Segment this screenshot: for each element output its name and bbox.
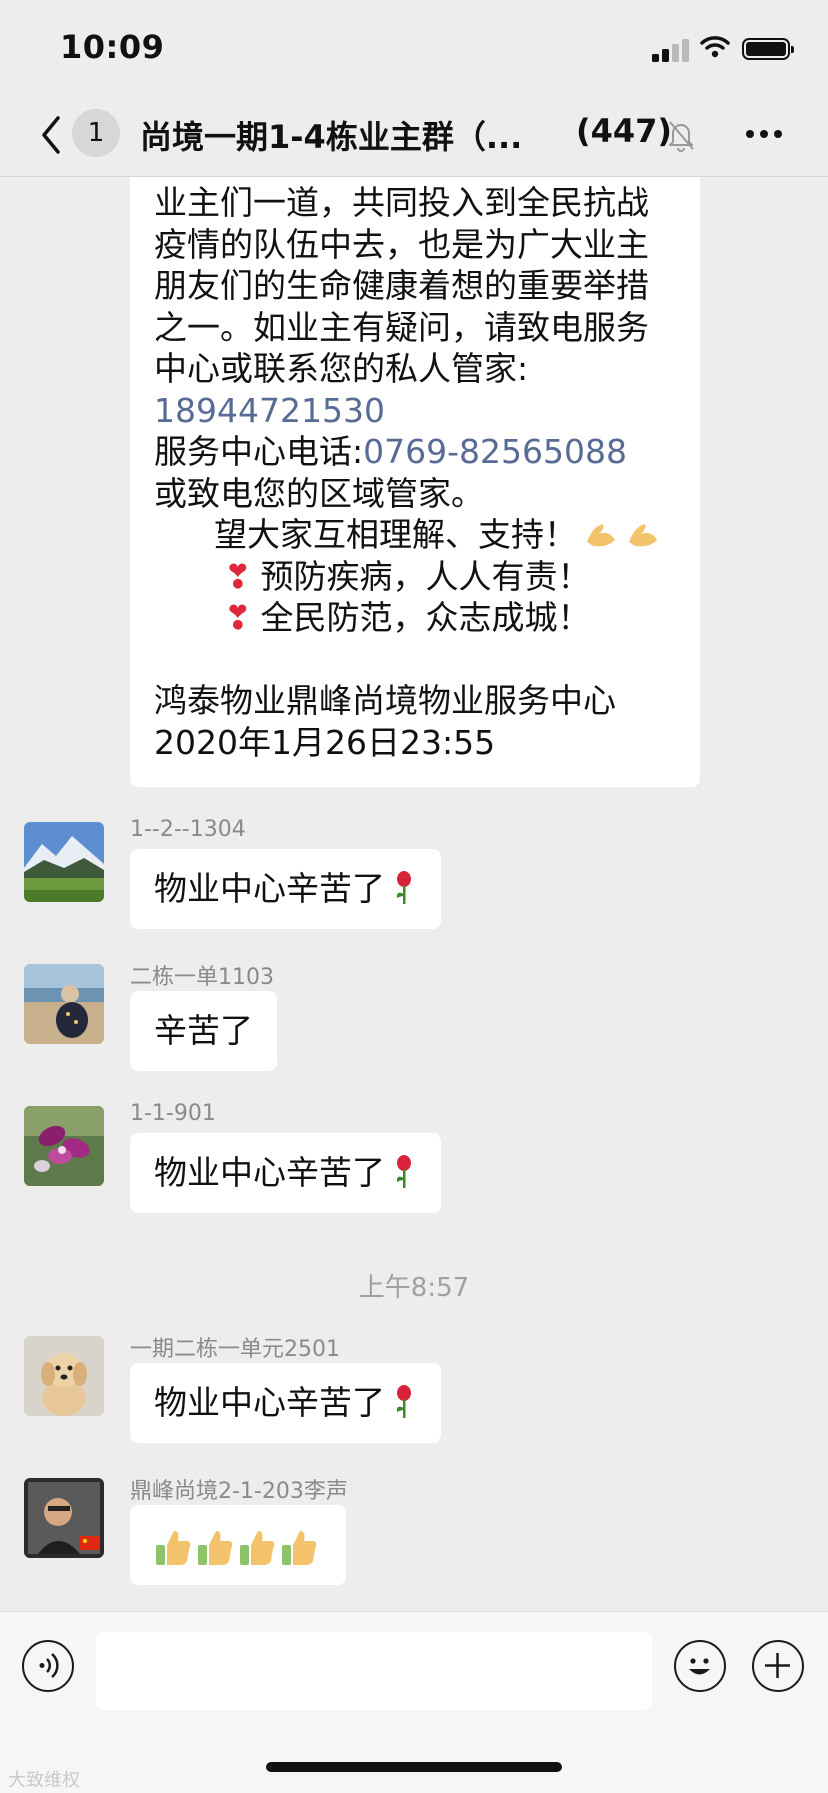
avatar[interactable] [24, 964, 104, 1044]
sender-name: 鼎峰尚境2-1-203李声 [130, 1479, 348, 1504]
status-time: 10:09 [60, 28, 165, 66]
announcement-line: 朋友们的生命健康着想的重要举措 [154, 266, 649, 305]
sender-name: 1--2--1304 [130, 817, 246, 842]
slogan-line: ❣ 全民防范，众志成城！ [154, 597, 676, 639]
message-list[interactable]: 业主们一道，共同投入到全民抗战 疫情的队伍中去，也是为广大业主 朋友们的生命健康… [0, 177, 828, 1611]
watermark: 大致维权 [8, 1770, 80, 1791]
voice-input-icon[interactable] [22, 1640, 74, 1692]
announcement-signature: 鸿泰物业鼎峰尚境物业服务中心 [154, 681, 616, 720]
thumbs-up-emoji-group [154, 1525, 322, 1565]
chat-header: 1 尚境一期1-4栋业主群（... (447) [0, 98, 828, 177]
message-text: 物业中心辛苦了 [154, 869, 385, 908]
thumbs-up-emoji-icon [156, 1530, 191, 1565]
dog-avatar-image [24, 1336, 104, 1416]
announcement-line: 之一。如业主有疑问，请致电服务 [154, 307, 649, 347]
avatar[interactable] [24, 1106, 104, 1186]
message-bubble[interactable]: 物业中心辛苦了 [130, 1363, 441, 1443]
battery-icon [742, 38, 794, 60]
announcement-date: 2020年1月26日23:55 [154, 722, 496, 762]
avatar[interactable] [24, 822, 104, 902]
announcement-line: 疫情的队伍中去，也是为广大业主 [154, 224, 649, 264]
rose-emoji-icon [396, 1155, 411, 1188]
thumbs-up-emoji-icon [282, 1530, 317, 1565]
announcement-bubble[interactable]: 业主们一道，共同投入到全民抗战 疫情的队伍中去，也是为广大业主 朋友们的生命健康… [130, 177, 700, 787]
ok-hand-emoji-icon [587, 524, 615, 547]
status-bar: 10:09 [0, 0, 828, 98]
avatar[interactable] [24, 1336, 104, 1416]
more-options-icon[interactable] [744, 130, 784, 140]
cellular-signal-icon [652, 38, 692, 62]
announcement-line: 中心或联系您的私人管家: [154, 349, 529, 388]
orchid-avatar-image [24, 1106, 104, 1186]
message-bubble[interactable] [130, 1505, 346, 1585]
smiley-icon [689, 1658, 710, 1675]
private-manager-phone-link[interactable]: 18944721530 [154, 390, 676, 432]
unread-count-badge[interactable]: 1 [72, 109, 120, 157]
add-attachment-icon[interactable] [752, 1640, 804, 1692]
plus-icon [765, 1653, 790, 1678]
mute-bell-icon [669, 121, 694, 152]
beach-child-avatar-image [24, 964, 104, 1044]
slogan-line: 望大家互相理解、支持！ [154, 514, 676, 556]
mountain-avatar-image [24, 822, 104, 902]
slogan-line: ❣ 预防疾病，人人有责！ [154, 556, 676, 598]
chat-title: 尚境一期1-4栋业主群（... [140, 118, 523, 156]
service-center-phone-link[interactable]: 0769-82565088 [363, 432, 627, 471]
thumbs-up-emoji-icon [240, 1530, 275, 1565]
service-center-phone-line: 服务中心电话:0769-82565088 [154, 431, 676, 473]
message-bubble[interactable]: 辛苦了 [130, 991, 277, 1071]
message-input[interactable] [96, 1632, 652, 1710]
heart-exclamation-emoji-icon: ❣ [224, 556, 252, 596]
sender-name: 二栋一单1103 [130, 965, 274, 990]
sender-name: 一期二栋一单元2501 [130, 1337, 340, 1362]
slogan-text: 全民防范，众志成城！ [260, 598, 591, 637]
sound-wave-icon [39, 1653, 59, 1678]
rose-emoji-icon [396, 871, 411, 904]
message-text: 物业中心辛苦了 [154, 1153, 385, 1192]
message-text: 物业中心辛苦了 [154, 1383, 385, 1422]
member-count: (447) [576, 112, 673, 150]
message-bubble[interactable]: 物业中心辛苦了 [130, 849, 441, 929]
announcement-line: 业主们一道，共同投入到全民抗战 [154, 183, 649, 222]
man-in-car-avatar-image [24, 1478, 104, 1558]
service-center-label: 服务中心电话: [154, 432, 364, 471]
avatar[interactable] [24, 1478, 104, 1558]
sender-name: 1-1-901 [130, 1101, 216, 1126]
rose-emoji-icon [396, 1385, 411, 1418]
heart-exclamation-emoji-icon: ❣ [224, 598, 252, 637]
thumbs-up-emoji-icon [198, 1530, 233, 1565]
input-bar: 大致维权 [0, 1611, 828, 1793]
message-bubble[interactable]: 物业中心辛苦了 [130, 1133, 441, 1213]
chat-timestamp: 上午8:57 [358, 1273, 470, 1303]
slogan-text: 望大家互相理解、支持！ [214, 515, 577, 554]
wifi-icon [700, 36, 730, 58]
back-chevron-icon[interactable] [36, 112, 66, 158]
message-text: 辛苦了 [154, 1011, 253, 1050]
slogan-text: 预防疾病，人人有责！ [260, 556, 591, 596]
home-indicator[interactable] [266, 1762, 562, 1772]
emoji-button-icon[interactable] [674, 1640, 726, 1692]
ok-hand-emoji-icon [629, 524, 657, 547]
announcement-line: 或致电您的区域管家。 [154, 473, 484, 513]
